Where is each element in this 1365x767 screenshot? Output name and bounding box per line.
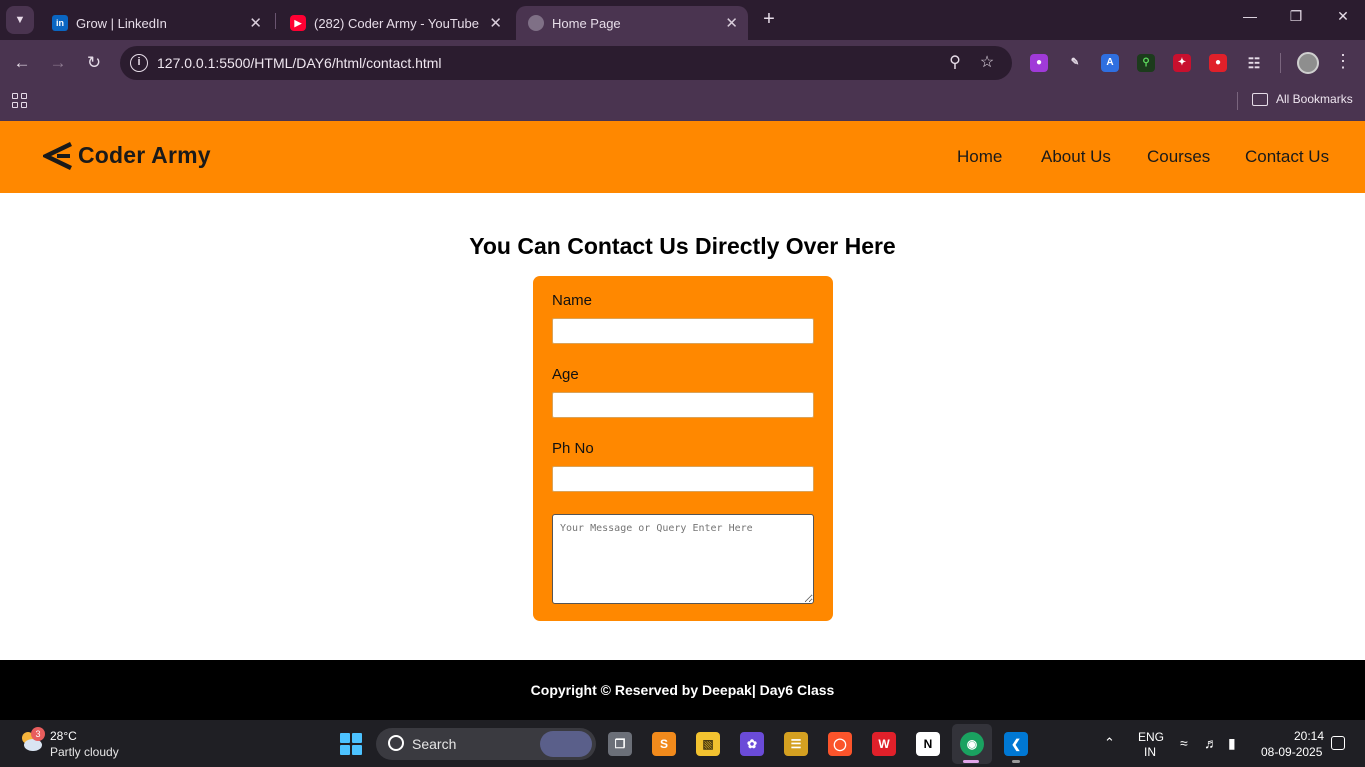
extension-translate-icon[interactable]: A — [1101, 54, 1119, 72]
clock-date[interactable]: 08-09-2025 — [1261, 745, 1322, 759]
tab-title: (282) Coder Army - YouTube — [314, 15, 479, 31]
tab-youtube[interactable]: ▶ (282) Coder Army - YouTube ✕ — [278, 6, 512, 40]
sublime-text-icon[interactable]: S — [652, 732, 676, 756]
all-bookmarks-link[interactable]: All Bookmarks — [1276, 92, 1353, 106]
address-url[interactable]: 127.0.0.1:5500/HTML/DAY6/html/contact.ht… — [157, 55, 442, 71]
tab-search-chevron-icon[interactable]: ▼ — [6, 6, 34, 34]
battery-icon[interactable]: ▮ — [1228, 735, 1236, 752]
brave-browser-icon[interactable]: ◯ — [828, 732, 852, 756]
phone-input[interactable] — [552, 466, 814, 492]
browser-menu-icon[interactable]: ⋮ — [1334, 51, 1352, 72]
extensions-puzzle-icon[interactable]: ☷ — [1245, 54, 1263, 72]
show-hidden-icons-chevron-icon[interactable]: ⌃ — [1104, 735, 1115, 751]
name-input[interactable] — [552, 318, 814, 344]
linkedin-icon: in — [52, 15, 68, 31]
phone-label: Ph No — [552, 440, 594, 457]
close-tab-icon[interactable]: ✕ — [489, 14, 502, 32]
extension-search-icon[interactable]: ⚲ — [1137, 54, 1155, 72]
chrome-icon[interactable]: ◉ — [960, 732, 984, 756]
tab-home-page[interactable]: Home Page ✕ — [516, 6, 748, 40]
bookmarks-divider — [1237, 92, 1238, 110]
tab-linkedin[interactable]: in Grow | LinkedIn ✕ — [40, 6, 272, 40]
nav-home-link[interactable]: Home — [957, 147, 1002, 167]
vscode-icon[interactable]: ❮ — [1004, 732, 1028, 756]
reload-icon[interactable]: ↻ — [82, 51, 106, 75]
language-indicator[interactable]: ENG — [1138, 730, 1164, 744]
brand-name[interactable]: Coder Army — [78, 142, 211, 169]
weather-badge: 3 — [31, 727, 45, 741]
coder-army-logo-icon[interactable] — [43, 142, 73, 170]
minimize-icon[interactable]: — — [1240, 8, 1260, 24]
close-window-icon[interactable]: ✕ — [1333, 8, 1353, 25]
chrome-running-indicator — [963, 760, 979, 763]
youtube-icon: ▶ — [290, 15, 306, 31]
extension-wand-icon[interactable]: ✦ — [1173, 54, 1191, 72]
globe-icon — [528, 15, 544, 31]
wifi-icon[interactable]: ≈ — [1180, 735, 1188, 751]
bookmarks-bar — [0, 86, 1365, 121]
search-highlight-image — [540, 731, 592, 757]
tab-divider — [275, 13, 276, 29]
notes-app-icon[interactable]: ☰ — [784, 732, 808, 756]
toolbar-divider — [1280, 53, 1281, 73]
footer-copyright: Copyright © Reserved by Deepak| Day6 Cla… — [530, 682, 835, 698]
back-arrow-icon[interactable]: ← — [10, 51, 34, 75]
weather-temperature[interactable]: 28°C — [50, 729, 77, 743]
tab-title: Grow | LinkedIn — [76, 15, 167, 31]
clock-time[interactable]: 20:14 — [1294, 729, 1324, 743]
bookmark-star-icon[interactable]: ☆ — [977, 53, 997, 73]
taskbar-search-label[interactable]: Search — [412, 736, 456, 752]
vscode-running-indicator — [1012, 760, 1020, 763]
weather-condition[interactable]: Partly cloudy — [50, 745, 119, 759]
nav-about-link[interactable]: About Us — [1041, 147, 1111, 167]
wps-office-icon[interactable]: W — [872, 732, 896, 756]
notion-icon[interactable]: N — [916, 732, 940, 756]
address-bar[interactable]: i 127.0.0.1:5500/HTML/DAY6/html/contact.… — [120, 46, 1012, 80]
page-title: You Can Contact Us Directly Over Here — [469, 233, 896, 259]
region-indicator[interactable]: IN — [1144, 745, 1156, 759]
close-tab-icon[interactable]: ✕ — [249, 14, 262, 32]
zoom-icon[interactable]: ⚲ — [945, 53, 965, 73]
age-input[interactable] — [552, 392, 814, 418]
message-textarea[interactable] — [552, 514, 814, 604]
windows-start-icon[interactable] — [340, 733, 362, 755]
notification-bell-icon[interactable] — [1331, 736, 1345, 750]
age-label: Age — [552, 366, 579, 383]
restore-icon[interactable]: ❐ — [1286, 8, 1306, 25]
volume-icon[interactable]: ♬ — [1204, 735, 1218, 751]
file-explorer-icon[interactable]: ▧ — [696, 732, 720, 756]
extension-pen-icon[interactable]: ✎ — [1066, 54, 1084, 72]
profile-avatar[interactable] — [1297, 52, 1319, 74]
copilot-icon[interactable]: ✿ — [740, 732, 764, 756]
nav-contact-link[interactable]: Contact Us — [1245, 147, 1329, 167]
tab-title: Home Page — [552, 15, 621, 31]
folder-icon — [1252, 93, 1268, 106]
nav-courses-link[interactable]: Courses — [1147, 147, 1210, 167]
task-view-icon[interactable]: ❐ — [608, 732, 632, 756]
close-tab-icon[interactable]: ✕ — [725, 14, 738, 32]
extension-record-icon[interactable]: ● — [1209, 54, 1227, 72]
search-icon — [388, 735, 404, 751]
extension-icon[interactable]: ● — [1030, 54, 1048, 72]
name-label: Name — [552, 292, 593, 309]
site-info-icon[interactable]: i — [130, 54, 148, 72]
apps-grid-icon[interactable] — [12, 93, 27, 108]
new-tab-plus-icon[interactable]: + — [758, 8, 780, 30]
forward-arrow-icon[interactable]: → — [46, 51, 70, 75]
